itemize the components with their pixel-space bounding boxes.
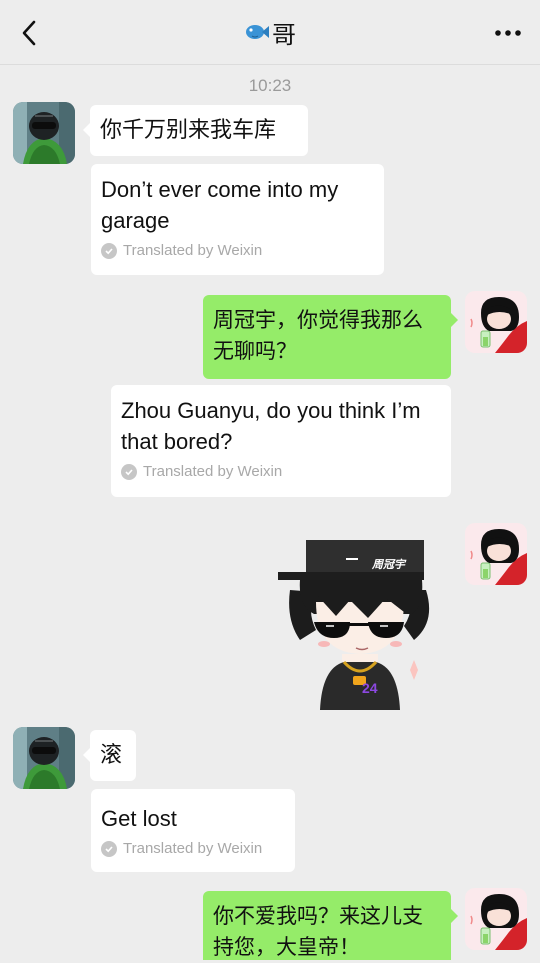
helmet-avatar-icon [13, 102, 75, 164]
more-button[interactable] [488, 16, 528, 50]
sticker-number: 24 [362, 680, 378, 696]
translation-text: Get lost [101, 806, 177, 831]
translated-by-label: Translated by Weixin [123, 242, 263, 259]
chat-title-text: 哥 [272, 21, 296, 49]
helmet-avatar-icon [13, 727, 75, 789]
sticker-message[interactable]: 周冠宇 24 [276, 530, 436, 710]
sticker-cap-text: 周冠宇 [371, 558, 407, 571]
cartoon-girl-avatar-icon [465, 291, 527, 353]
translation-note: Translated by Weixin [101, 242, 374, 260]
chat-title: 哥 [0, 0, 540, 64]
message-bubble-outgoing[interactable]: 你不爱我吗？来这儿支持您，大皇帝！ [203, 891, 458, 960]
translation-note: Translated by Weixin [101, 840, 285, 858]
cartoon-girl-avatar-icon [465, 523, 527, 585]
translated-by-label: Translated by Weixin [123, 840, 263, 857]
contact-avatar[interactable] [13, 102, 75, 164]
self-avatar[interactable] [465, 291, 527, 353]
ellipsis-icon [495, 30, 521, 36]
message-timestamp: 10:23 [248, 76, 292, 95]
cartoon-girl-avatar-icon [465, 888, 527, 950]
translation-note: Translated by Weixin [121, 463, 441, 481]
translation-card[interactable]: Get lost Translated by Weixin [91, 789, 295, 872]
message-bubble-incoming[interactable]: 滚 [83, 730, 136, 781]
check-icon [121, 464, 137, 480]
self-avatar[interactable] [465, 888, 527, 950]
check-icon [101, 841, 117, 857]
message-bubble-incoming[interactable]: 你千万别来我车库 [83, 105, 308, 156]
translation-text: Zhou Guanyu, do you think I’m that bored… [121, 398, 421, 454]
translation-text: Don’t ever come into my garage [101, 177, 339, 233]
sticker-image: 周冠宇 24 [278, 540, 430, 710]
contact-avatar[interactable] [13, 727, 75, 789]
fish-icon [246, 25, 269, 39]
check-icon [101, 243, 117, 259]
self-avatar[interactable] [465, 523, 527, 585]
translation-card[interactable]: Zhou Guanyu, do you think I’m that bored… [111, 385, 451, 497]
translation-card[interactable]: Don’t ever come into my garage Translate… [91, 164, 384, 275]
message-bubble-outgoing[interactable]: 周冠宇，你觉得我那么无聊吗？ [203, 295, 458, 379]
translated-by-label: Translated by Weixin [143, 463, 283, 480]
